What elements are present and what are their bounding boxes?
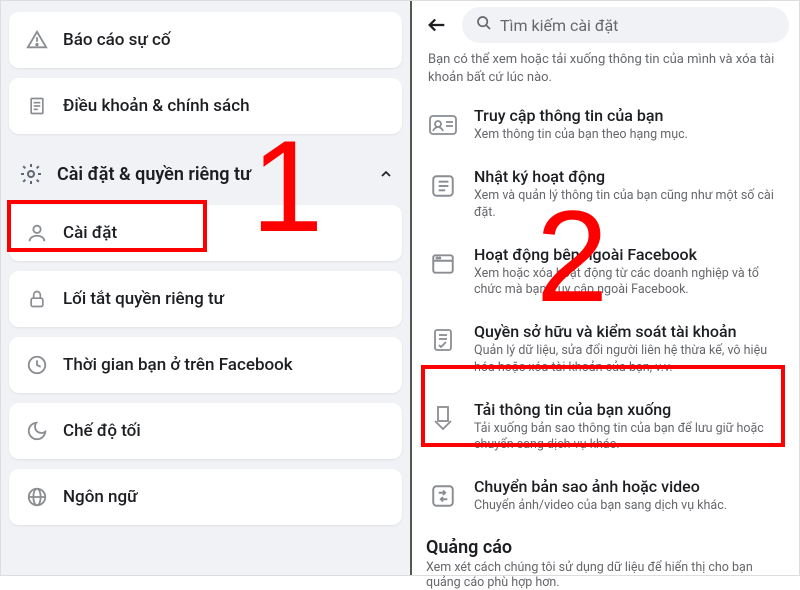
browser-icon (426, 247, 460, 281)
globe-icon (23, 483, 51, 511)
access-info-option[interactable]: Truy cập thông tin của bạn Xem thông tin… (418, 96, 793, 157)
option-desc: Xem thông tin của bạn theo hạng mục. (474, 127, 688, 143)
search-input[interactable]: Tìm kiếm cài đặt (462, 7, 789, 43)
download-info-option[interactable]: Tải thông tin của bạn xuống Tải xuống bả… (418, 390, 793, 468)
top-bar: Tìm kiếm cài đặt (418, 1, 793, 51)
warning-icon (23, 26, 51, 54)
option-desc: Tải xuống bản sao thông tin của bạn để l… (474, 421, 785, 454)
option-title: Tải thông tin của bạn xuống (474, 400, 785, 419)
chevron-up-icon (378, 166, 394, 182)
settings-card[interactable]: Cài đặt (9, 205, 402, 261)
download-icon (426, 402, 460, 436)
transfer-copy-option[interactable]: Chuyển bản sao ảnh hoặc video Chuyển ảnh… (418, 467, 793, 528)
your-information-pane: Tìm kiếm cài đặt Bạn có thể xem hoặc tải… (410, 1, 799, 575)
report-problem-label: Báo cáo sự cố (63, 30, 171, 50)
ownership-option[interactable]: Quyền sở hữu và kiểm soát tài khoản Quản… (418, 312, 793, 390)
back-button[interactable] (422, 10, 452, 40)
option-title: Chuyển bản sao ảnh hoặc video (474, 477, 727, 496)
option-title: Nhật ký hoạt động (474, 167, 785, 186)
privacy-shortcut-label: Lối tắt quyền riêng tư (63, 289, 224, 309)
terms-label: Điều khoản & chính sách (63, 96, 250, 116)
off-facebook-option[interactable]: Hoạt động bên ngoài Facebook Xem hoặc xó… (418, 235, 793, 313)
option-desc: Xem và quản lý thông tin của bạn cũng nh… (474, 188, 785, 221)
list-icon (426, 169, 460, 203)
settings-menu-pane: Báo cáo sự cố Điều khoản & chính sách Cà… (1, 1, 410, 575)
option-title: Quyền sở hữu và kiểm soát tài khoản (474, 322, 785, 341)
transfer-icon (426, 479, 460, 513)
moon-icon (23, 417, 51, 445)
gear-icon (17, 160, 45, 188)
search-placeholder: Tìm kiếm cài đặt (500, 16, 618, 35)
language-label: Ngôn ngữ (63, 487, 138, 507)
ads-section-title: Quảng cáo (418, 529, 793, 560)
person-icon (23, 219, 51, 247)
section-intro: Bạn có thể xem hoặc tải xuống thông tin … (418, 51, 793, 96)
search-icon (476, 15, 492, 35)
report-problem-card[interactable]: Báo cáo sự cố (9, 12, 402, 68)
option-desc: Xem hoặc xóa hoạt động từ các doanh nghi… (474, 266, 785, 299)
document-icon (23, 92, 51, 120)
activity-log-option[interactable]: Nhật ký hoạt động Xem và quản lý thông t… (418, 157, 793, 235)
settings-privacy-header[interactable]: Cài đặt & quyền riêng tư (7, 144, 404, 198)
time-on-fb-label: Thời gian bạn ở trên Facebook (63, 355, 293, 375)
clock-icon (23, 351, 51, 379)
dark-mode-label: Chế độ tối (63, 421, 141, 441)
document-check-icon (426, 324, 460, 358)
dark-mode-card[interactable]: Chế độ tối (9, 403, 402, 459)
option-title: Hoạt động bên ngoài Facebook (474, 245, 785, 264)
settings-privacy-label: Cài đặt & quyền riêng tư (57, 164, 366, 185)
lock-icon (23, 285, 51, 313)
settings-label: Cài đặt (63, 223, 117, 243)
terms-card[interactable]: Điều khoản & chính sách (9, 78, 402, 134)
language-card[interactable]: Ngôn ngữ (9, 469, 402, 525)
option-desc: Quản lý dữ liệu, sửa đổi người liên hệ t… (474, 343, 785, 376)
time-on-fb-card[interactable]: Thời gian bạn ở trên Facebook (9, 337, 402, 393)
id-card-icon (426, 108, 460, 142)
ads-section-desc: Xem xét cách chúng tôi sử dụng dữ liệu đ… (418, 560, 793, 590)
option-desc: Chuyển ảnh/video của bạn sang dịch vụ kh… (474, 498, 727, 514)
option-title: Truy cập thông tin của bạn (474, 106, 688, 125)
privacy-shortcut-card[interactable]: Lối tắt quyền riêng tư (9, 271, 402, 327)
